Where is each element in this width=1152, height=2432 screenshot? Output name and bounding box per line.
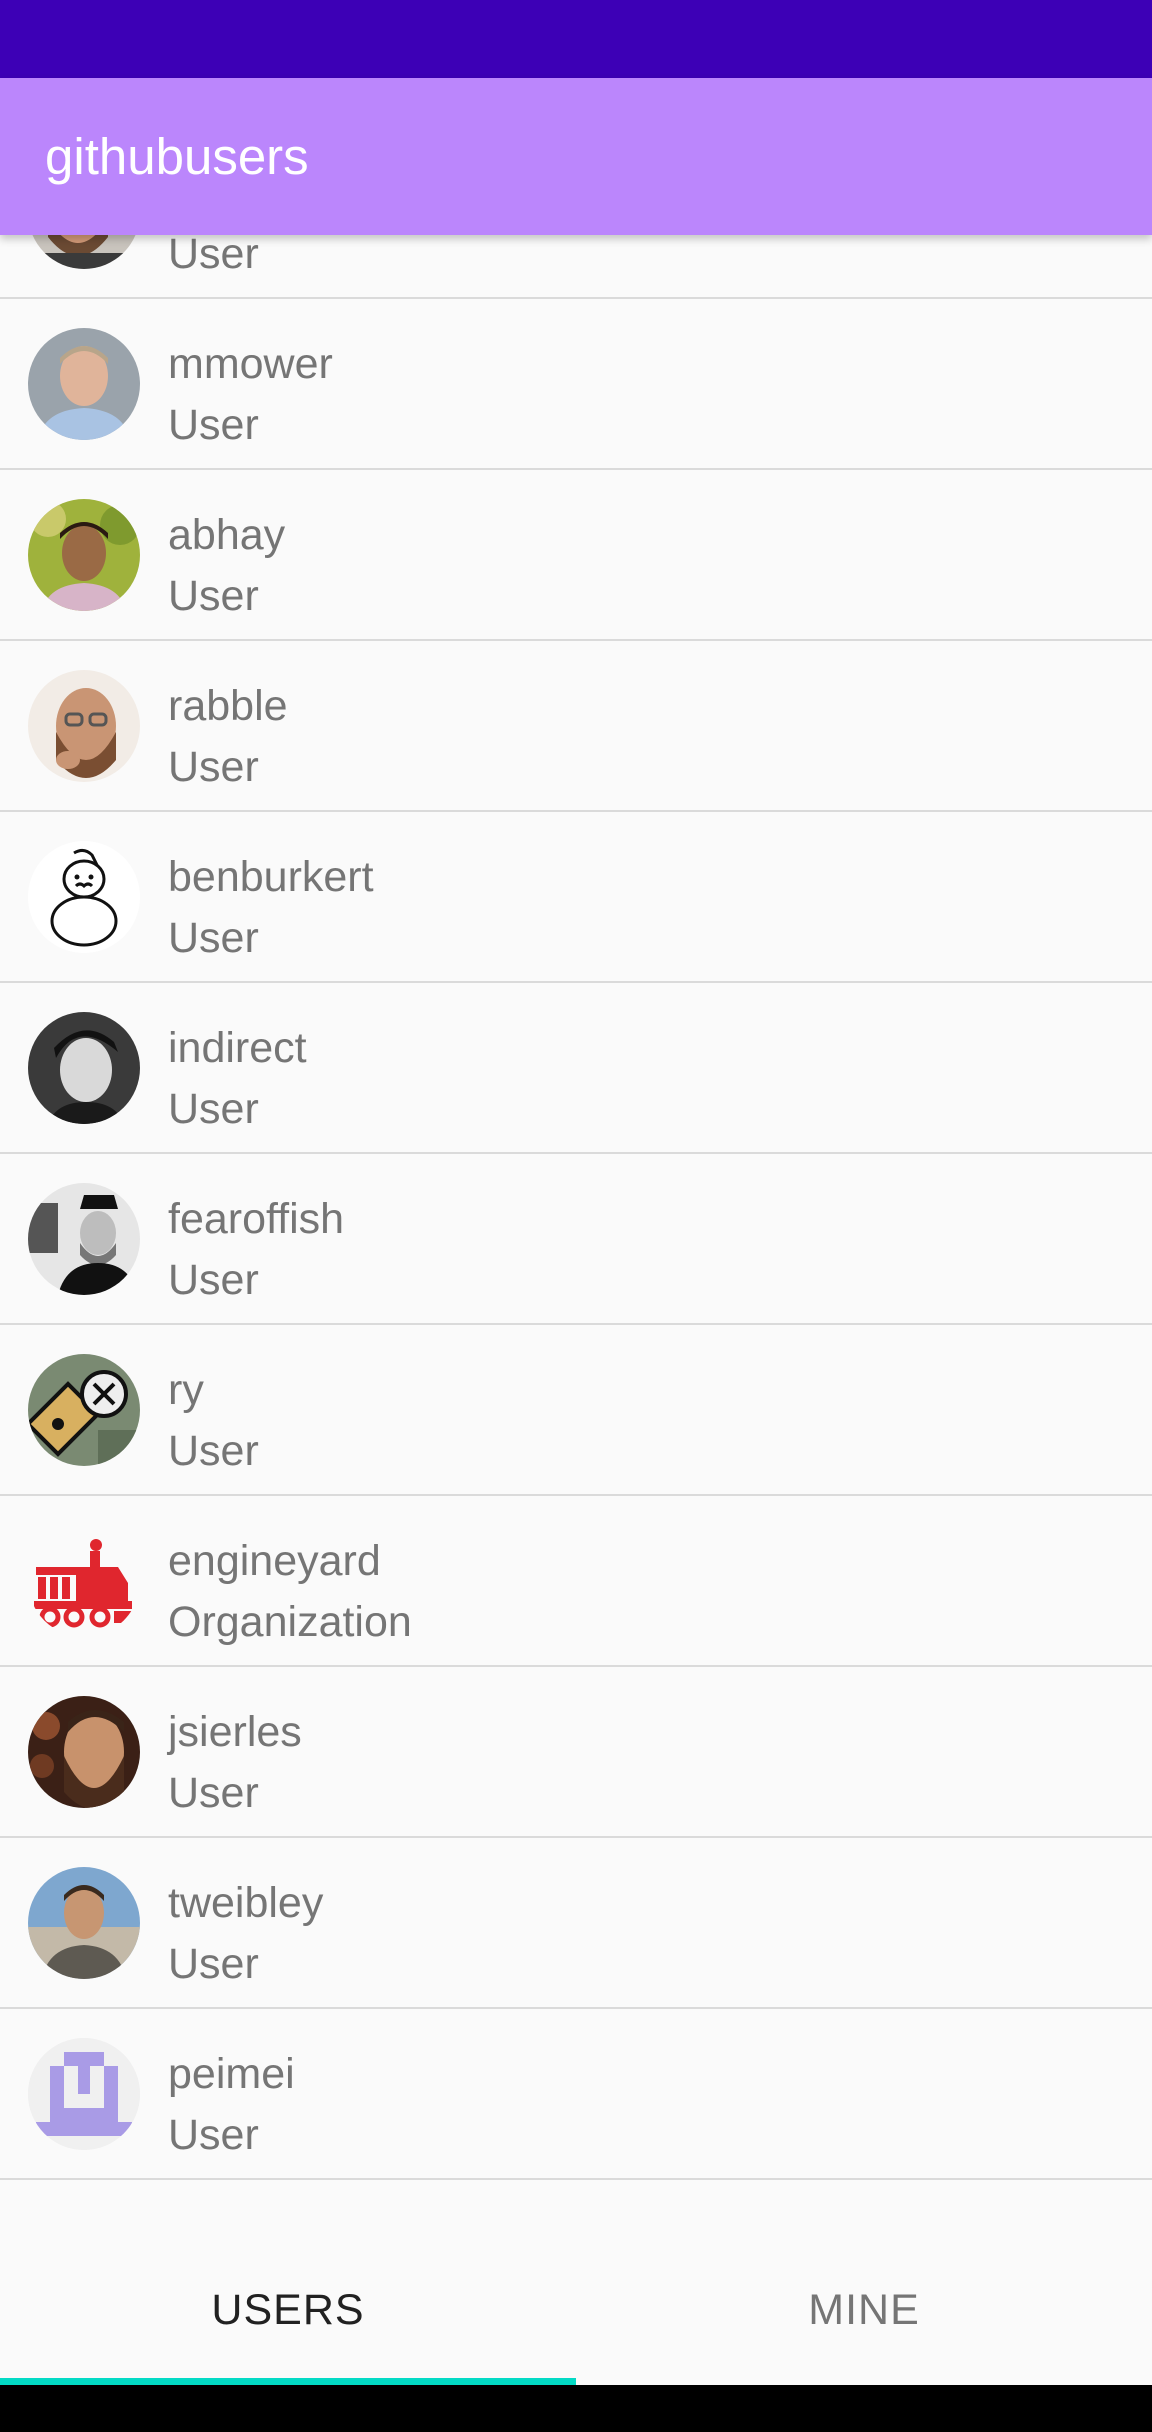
user-list[interactable]: sam User mmower User (0, 235, 1152, 2235)
photo-bearded-man-glasses-icon (28, 235, 140, 269)
user-login: benburkert (168, 853, 374, 901)
user-type: User (168, 1085, 259, 1133)
user-login: ry (168, 1366, 204, 1414)
status-bar (0, 0, 1152, 78)
user-login: jsierles (168, 1708, 302, 1756)
list-item-user[interactable]: indirect User (0, 983, 1152, 1154)
list-item-user[interactable]: sam User (0, 235, 1152, 299)
avatar (28, 1525, 140, 1637)
avatar (28, 1354, 140, 1466)
user-login: tweibley (168, 1879, 324, 1927)
list-item-user[interactable]: ry User (0, 1325, 1152, 1496)
locomotive-icon (34, 1539, 132, 1628)
user-type: User (168, 1427, 259, 1475)
user-type: Organization (168, 1598, 412, 1646)
avatar (28, 328, 140, 440)
user-login: rabble (168, 682, 288, 730)
user-login: indirect (168, 1024, 307, 1072)
avatar (28, 1696, 140, 1808)
app-title: githubusers (45, 128, 309, 185)
illustration-icon (28, 1354, 140, 1466)
photo-bearded-man-glasses-icon (28, 670, 140, 782)
list-item-user[interactable]: fearoffish User (0, 1154, 1152, 1325)
identicon-icon (28, 2038, 140, 2150)
user-login: abhay (168, 511, 286, 559)
navigation-bar (0, 2385, 1152, 2432)
photo-bearded-man-icon (28, 1696, 140, 1808)
user-login: fearoffish (168, 1195, 345, 1243)
tab-mine[interactable]: MINE (576, 2235, 1152, 2385)
avatar (28, 2038, 140, 2150)
list-item-user[interactable]: peimei User (0, 2009, 1152, 2180)
user-type: User (168, 1769, 259, 1817)
list-item-user[interactable]: engineyard Organization (0, 1496, 1152, 1667)
list-item-user[interactable]: abhay User (0, 470, 1152, 641)
user-login: peimei (168, 2050, 295, 2098)
list-item-user[interactable]: rabble User (0, 641, 1152, 812)
user-type: User (168, 914, 259, 962)
user-type: User (168, 401, 259, 449)
user-type: User (168, 1940, 259, 1988)
avatar (28, 235, 140, 269)
user-type: User (168, 1256, 259, 1304)
list-item-user[interactable]: tweibley User (0, 1838, 1152, 2009)
avatar (28, 1012, 140, 1124)
list-item-user[interactable]: mmower User (0, 299, 1152, 470)
avatar (28, 1183, 140, 1295)
user-type: User (168, 235, 259, 278)
user-login: engineyard (168, 1537, 381, 1585)
user-login: mmower (168, 340, 333, 388)
user-type: User (168, 743, 259, 791)
bottom-tabs: USERS MINE (0, 2235, 1152, 2385)
user-type: User (168, 2111, 259, 2159)
photo-man-icon (28, 499, 140, 611)
photo-man-icon (28, 1867, 140, 1979)
list-item-user[interactable]: benburkert User (0, 812, 1152, 983)
app-bar: githubusers (0, 78, 1152, 235)
user-type: User (168, 572, 259, 620)
avatar (28, 670, 140, 782)
tab-indicator (0, 2378, 576, 2385)
snowman-icon (28, 841, 140, 953)
avatar (28, 841, 140, 953)
avatar (28, 499, 140, 611)
tab-users[interactable]: USERS (0, 2235, 576, 2385)
avatar (28, 1867, 140, 1979)
photo-man-bw-icon (28, 1012, 140, 1124)
list-item-user[interactable]: jsierles User (0, 1667, 1152, 1838)
photo-man-bw-icon (28, 1183, 140, 1295)
photo-man-icon (28, 328, 140, 440)
